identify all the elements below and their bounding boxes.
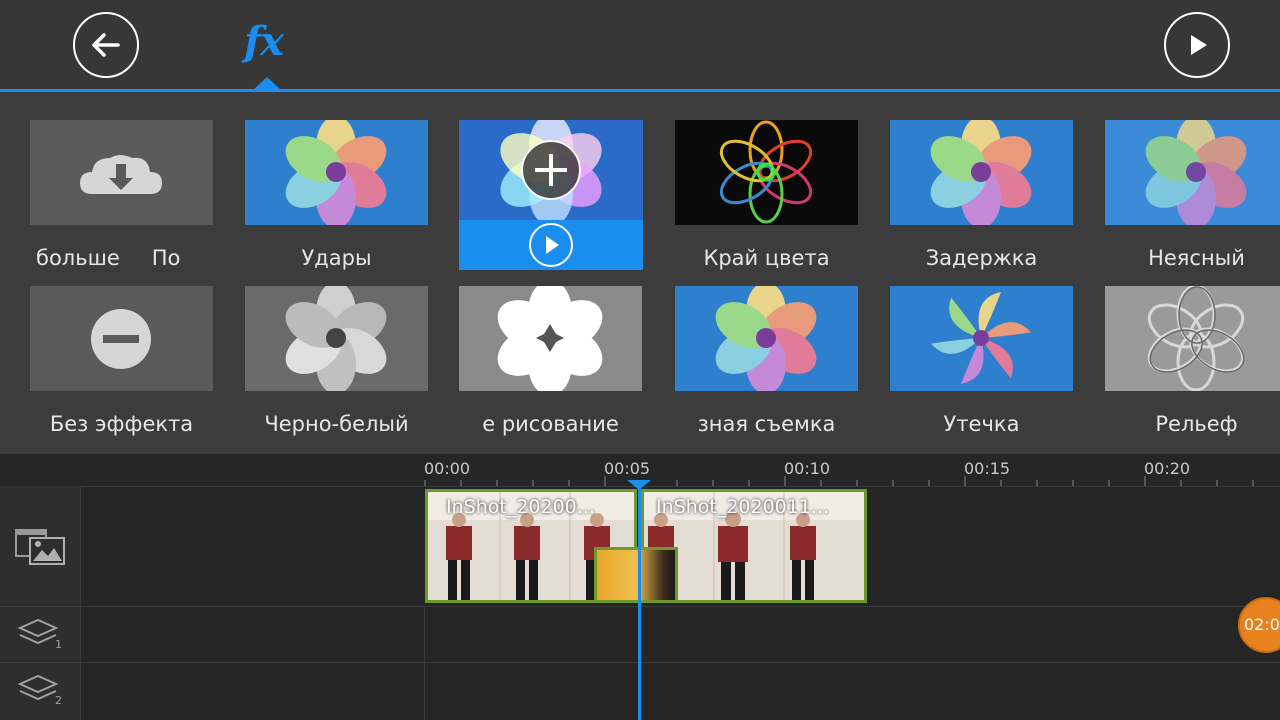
ruler-tick-label: 00:10 <box>784 459 831 478</box>
ruler-ticks <box>424 476 1254 486</box>
effect-thumbnail <box>1105 286 1280 391</box>
effect-selected[interactable] <box>459 120 643 267</box>
layer-index: 1 <box>55 638 62 651</box>
clip-title: InShot_2020011... <box>656 496 830 518</box>
download-thumbnail <box>30 120 213 225</box>
effect-no-effect[interactable]: Без эффекта <box>30 286 213 436</box>
effect-label: Удары <box>301 246 372 270</box>
effect-label: Без эффекта <box>49 412 194 436</box>
divider <box>424 606 425 720</box>
effect-thumbnail <box>1105 120 1280 225</box>
effect-label: Неясный <box>1148 246 1245 270</box>
effect-utechka[interactable]: Утечка <box>890 286 1073 436</box>
effect-neyasny[interactable]: Неясный <box>1105 120 1280 270</box>
back-button[interactable] <box>73 12 139 78</box>
effect-black-white[interactable]: Черно-белый <box>245 286 428 436</box>
effect-thumbnail <box>459 120 643 220</box>
ruler-tick-label: 00:00 <box>424 459 471 478</box>
effect-label: е рисование <box>482 412 619 436</box>
layer-index: 2 <box>55 694 62 707</box>
effect-thumbnail <box>890 286 1073 391</box>
ruler-tick-label: 00:20 <box>1144 459 1191 478</box>
top-bar: fx <box>0 0 1280 92</box>
play-button[interactable] <box>1164 12 1230 78</box>
arrow-left-icon <box>92 33 120 57</box>
effect-label: зная съемка <box>697 412 836 436</box>
preview-play-icon[interactable] <box>528 222 574 268</box>
effect-more-download[interactable]: больше По <box>30 120 213 270</box>
no-entry-icon <box>91 309 151 369</box>
effect-thumbnail <box>890 120 1073 225</box>
effect-thumbnail <box>245 286 428 391</box>
effect-label: Утечка <box>943 412 1020 436</box>
no-effect-thumbnail <box>30 286 213 391</box>
effect-label: Задержка <box>925 246 1038 270</box>
effect-sketch[interactable]: е рисование <box>459 286 642 436</box>
effect-thumbnail <box>675 120 858 225</box>
divider <box>80 486 81 720</box>
ruler-tick-label: 00:15 <box>964 459 1011 478</box>
playhead[interactable] <box>638 482 641 720</box>
effect-relief[interactable]: Рельеф <box>1105 286 1280 436</box>
play-icon <box>1191 35 1207 55</box>
divider <box>0 662 80 663</box>
layers-icon[interactable] <box>18 616 60 652</box>
overlay-track-2[interactable] <box>80 662 1280 720</box>
effect-label: Край цвета <box>703 246 830 270</box>
effect-label: Черно-белый <box>264 412 409 436</box>
transition-block[interactable] <box>594 547 678 603</box>
effect-kray-tsveta[interactable]: Край цвета <box>675 120 858 270</box>
ruler-tick-label: 00:05 <box>604 459 651 478</box>
media-track-icon[interactable] <box>14 526 66 566</box>
layers-icon[interactable] <box>18 672 60 708</box>
effect-label: больше По <box>36 246 181 270</box>
effect-label: Рельеф <box>1155 412 1238 436</box>
time-ruler[interactable]: 00:00 00:05 00:10 00:15 00:20 <box>80 454 1280 486</box>
playhead-handle-icon[interactable] <box>627 480 651 490</box>
divider <box>0 606 80 607</box>
effects-panel: больше По Удары Край цвета Задержка Неяс… <box>0 92 1280 454</box>
effect-thumbnail <box>245 120 428 225</box>
effect-thumbnail <box>459 286 642 391</box>
effect-slow-shooting[interactable]: зная съемка <box>675 286 858 436</box>
effect-udary[interactable]: Удары <box>245 120 428 270</box>
effect-thumbnail <box>675 286 858 391</box>
add-icon <box>521 140 581 200</box>
clip-title: InShot_20200... <box>446 496 595 518</box>
cloud-download-icon <box>80 155 162 194</box>
effect-zaderzhka[interactable]: Задержка <box>890 120 1073 270</box>
overlay-track-1[interactable] <box>80 606 1280 662</box>
fx-tab[interactable]: fx <box>244 18 284 65</box>
